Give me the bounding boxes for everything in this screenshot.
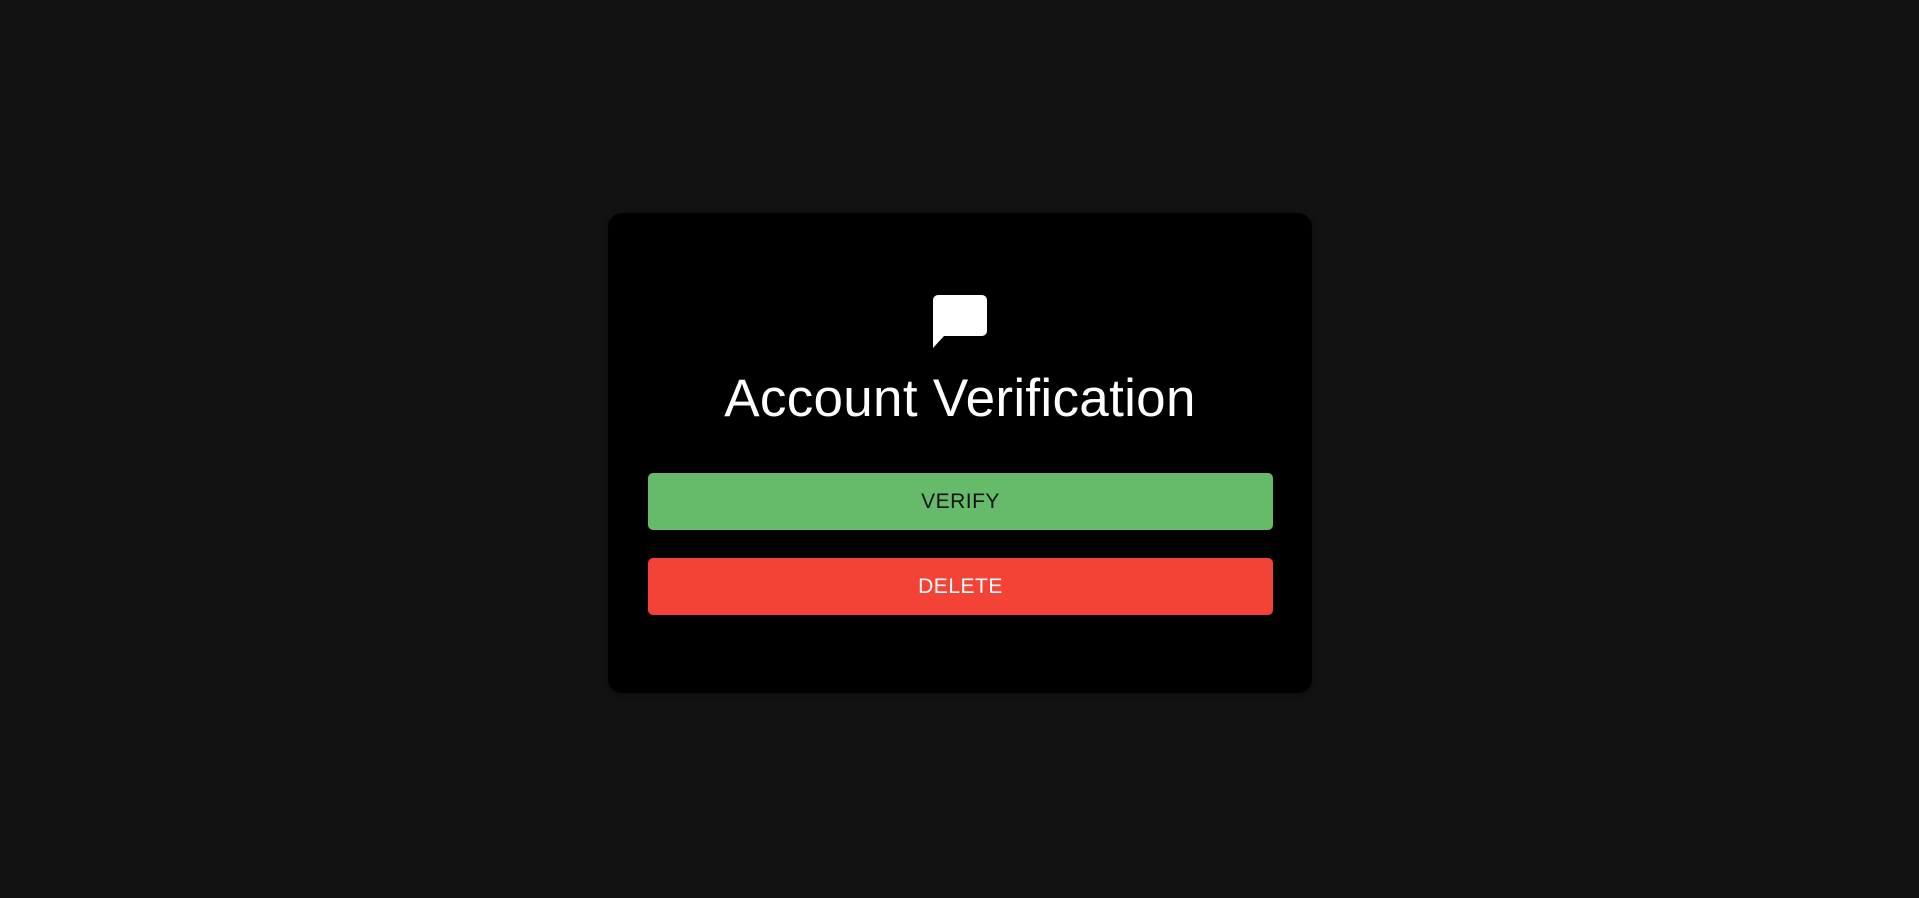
page-background: Account Verification VERIFY DELETE	[0, 0, 1919, 898]
verification-dialog: Account Verification VERIFY DELETE	[608, 213, 1312, 693]
chat-bubble-icon	[933, 295, 987, 349]
dialog-title: Account Verification	[724, 369, 1196, 428]
delete-button[interactable]: DELETE	[648, 558, 1273, 615]
verify-button[interactable]: VERIFY	[648, 473, 1273, 530]
